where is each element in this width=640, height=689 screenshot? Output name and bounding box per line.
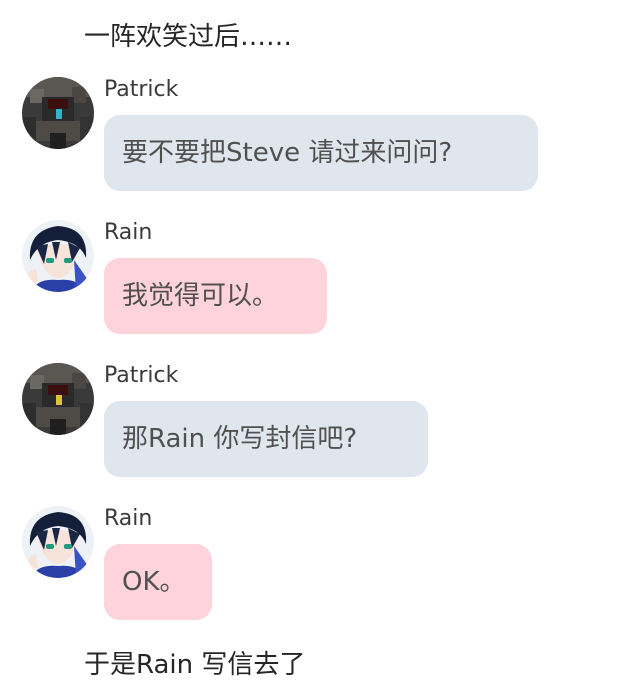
sender-name: Patrick	[104, 363, 179, 388]
narration-bottom: 于是Rain 写信去了	[84, 650, 306, 680]
sender-name: Rain	[104, 506, 153, 531]
minecraft-skin-avatar-icon	[22, 77, 94, 149]
rain-avatar[interactable]	[22, 220, 94, 292]
anime-boy-avatar-icon	[22, 220, 94, 292]
patrick-avatar[interactable]	[22, 363, 94, 435]
anime-boy-avatar-icon	[22, 506, 94, 578]
sender-name: Rain	[104, 220, 153, 245]
message-bubble[interactable]: 要不要把Steve 请过来问问?	[104, 115, 538, 191]
message-bubble[interactable]: 那Rain 你写封信吧?	[104, 401, 428, 477]
message-bubble[interactable]: OK。	[104, 544, 212, 620]
message-bubble[interactable]: 我觉得可以。	[104, 258, 327, 334]
narration-top: 一阵欢笑过后……	[84, 22, 293, 52]
patrick-avatar[interactable]	[22, 77, 94, 149]
rain-avatar[interactable]	[22, 506, 94, 578]
sender-name: Patrick	[104, 77, 179, 102]
minecraft-skin-avatar-icon	[22, 363, 94, 435]
